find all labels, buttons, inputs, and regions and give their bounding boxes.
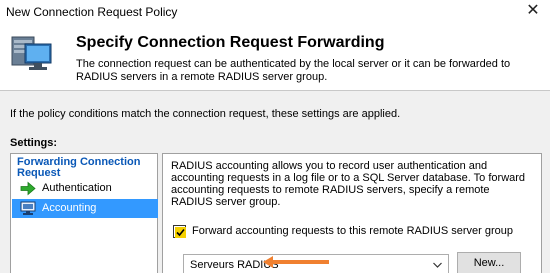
green-arrow-icon bbox=[20, 181, 36, 196]
close-button[interactable]: ✕ bbox=[520, 0, 546, 22]
accounting-description: RADIUS accounting allows you to record u… bbox=[171, 160, 526, 208]
monitor-icon bbox=[20, 201, 36, 215]
wizard-header: Specify Connection Request Forwarding Th… bbox=[0, 24, 550, 90]
window-title: New Connection Request Policy bbox=[6, 5, 178, 19]
nav-item-accounting[interactable]: Accounting bbox=[12, 199, 158, 218]
chevron-down-icon bbox=[433, 262, 442, 268]
settings-area: If the policy conditions match the conne… bbox=[0, 91, 550, 273]
computer-monitor-icon bbox=[11, 36, 52, 70]
page-title: Specify Connection Request Forwarding bbox=[76, 34, 385, 51]
title-bar: New Connection Request Policy ✕ bbox=[0, 0, 550, 24]
nav-item-label: Accounting bbox=[42, 202, 97, 214]
forward-accounting-label: Forward accounting requests to this remo… bbox=[192, 225, 513, 237]
settings-label: Settings: bbox=[10, 137, 58, 149]
info-text: If the policy conditions match the conne… bbox=[10, 108, 401, 120]
nav-item-label: Authentication bbox=[42, 182, 112, 194]
settings-nav: Forwarding Connection Request Authentica… bbox=[10, 153, 158, 273]
new-server-group-button[interactable]: New... bbox=[457, 252, 521, 273]
checkmark-icon bbox=[175, 227, 186, 238]
page-description: The connection request can be authentica… bbox=[76, 58, 511, 83]
nav-item-authentication[interactable]: Authentication bbox=[12, 179, 158, 198]
annotation-arrow-icon bbox=[263, 256, 329, 268]
nav-header-forwarding: Forwarding Connection Request bbox=[17, 156, 141, 179]
forward-accounting-checkbox[interactable] bbox=[173, 225, 186, 238]
accounting-panel: RADIUS accounting allows you to record u… bbox=[162, 153, 542, 273]
